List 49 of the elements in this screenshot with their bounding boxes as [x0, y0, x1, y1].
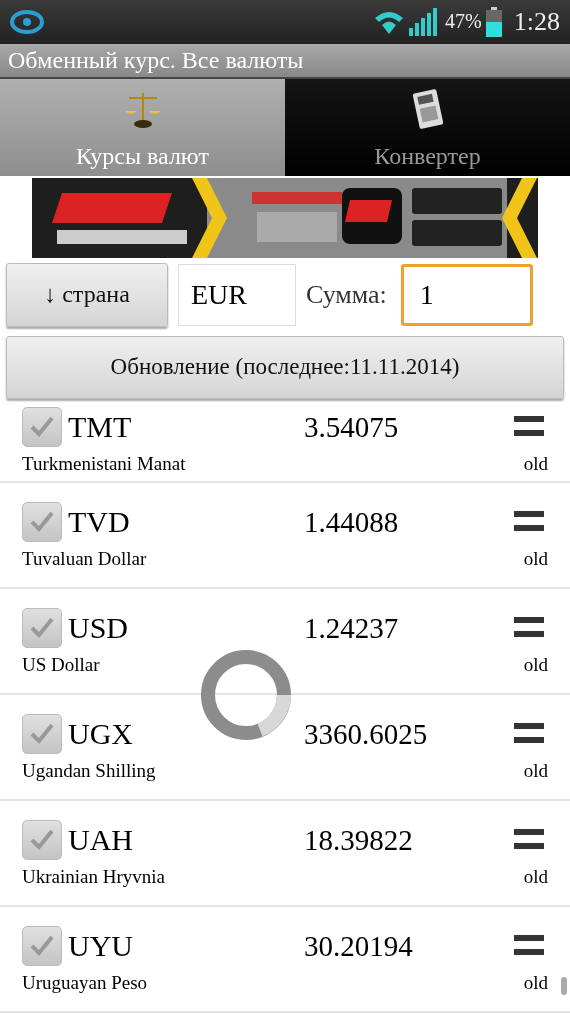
checkbox[interactable]	[22, 820, 62, 860]
currency-code: TMT	[68, 410, 133, 444]
rate-value: 3360.6025	[304, 717, 429, 751]
equals-icon	[514, 617, 544, 639]
amount-label: Сумма:	[306, 279, 387, 310]
currency-name: Tuvaluan Dollar	[22, 548, 147, 570]
status-label: old	[523, 972, 548, 994]
rate-value: 1.24237	[304, 611, 400, 645]
currency-name: US Dollar	[22, 654, 100, 676]
equals-icon	[514, 935, 544, 957]
rate-value: 3.54075	[304, 410, 400, 444]
status-label: old	[523, 548, 548, 570]
checkbox[interactable]	[22, 714, 62, 754]
calculator-icon	[412, 89, 443, 130]
rate-value: 1.44088	[304, 505, 400, 539]
battery-icon	[485, 6, 502, 37]
status-label: old	[523, 453, 548, 475]
currency-name: Turkmenistani Manat	[22, 453, 186, 475]
amount-field[interactable]: 1	[400, 263, 533, 326]
currency-code: UAH	[68, 823, 134, 857]
scrollbar	[561, 977, 567, 995]
equals-icon	[514, 511, 544, 533]
rate-value: 30.20194	[304, 929, 414, 963]
currency-code: USD	[68, 611, 129, 645]
app-title: Обменный курс. Все валюты	[8, 46, 304, 74]
checkbox[interactable]	[22, 407, 62, 447]
clock: 1:28	[513, 6, 560, 37]
currency-field[interactable]: EUR	[178, 263, 296, 326]
status-label: old	[523, 866, 548, 888]
currency-name: Ugandan Shilling	[22, 760, 156, 782]
currency-code: UGX	[68, 717, 134, 751]
equals-icon	[514, 723, 544, 745]
checkbox[interactable]	[22, 926, 62, 966]
rate-value: 18.39822	[304, 823, 414, 857]
status-label: old	[523, 760, 548, 782]
status-label: old	[523, 654, 548, 676]
battery-percent: 47%	[445, 10, 482, 34]
currency-code: UYU	[68, 929, 134, 963]
currency-name: Ukrainian Hryvnia	[22, 866, 165, 888]
checkbox[interactable]	[22, 502, 62, 542]
app-icon	[10, 8, 44, 35]
equals-icon	[514, 829, 544, 851]
currency-name: Uruguayan Peso	[22, 972, 148, 994]
checkbox[interactable]	[22, 608, 62, 648]
currency-code: TVD	[68, 505, 131, 539]
update-button[interactable]: Обновление (последнее:11.11.2014)	[6, 335, 564, 399]
tab[interactable]: Конвертер	[285, 77, 570, 177]
equals-icon	[514, 416, 544, 438]
sort-button[interactable]: ↓ страна	[6, 262, 168, 327]
